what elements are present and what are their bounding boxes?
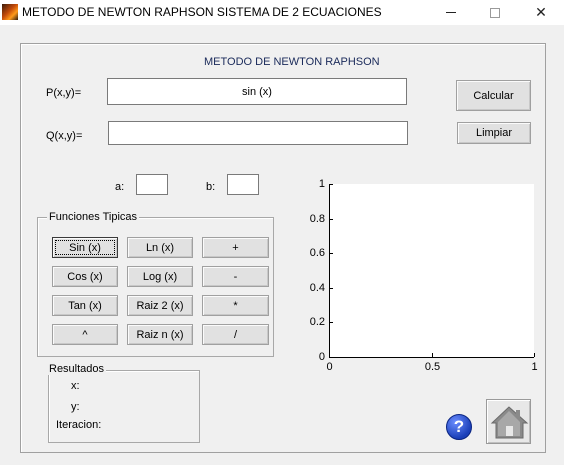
y-tick-label: 0.8 <box>309 212 325 225</box>
home-icon <box>490 406 529 439</box>
y-tick-label: 0 <box>318 350 325 363</box>
y-tick-label: 0.6 <box>309 246 325 259</box>
y-tick-label: 1 <box>318 177 325 190</box>
x-tick-label: 1 <box>531 361 538 373</box>
plot-axes-lines <box>329 184 535 358</box>
home-button[interactable] <box>486 399 531 444</box>
x-tick-label: 0.5 <box>424 361 441 373</box>
help-icon[interactable]: ? <box>446 414 472 440</box>
y-tick-label: 0.2 <box>309 315 325 328</box>
y-tick-label: 0.4 <box>309 281 325 294</box>
x-tick-label: 0 <box>326 361 333 373</box>
